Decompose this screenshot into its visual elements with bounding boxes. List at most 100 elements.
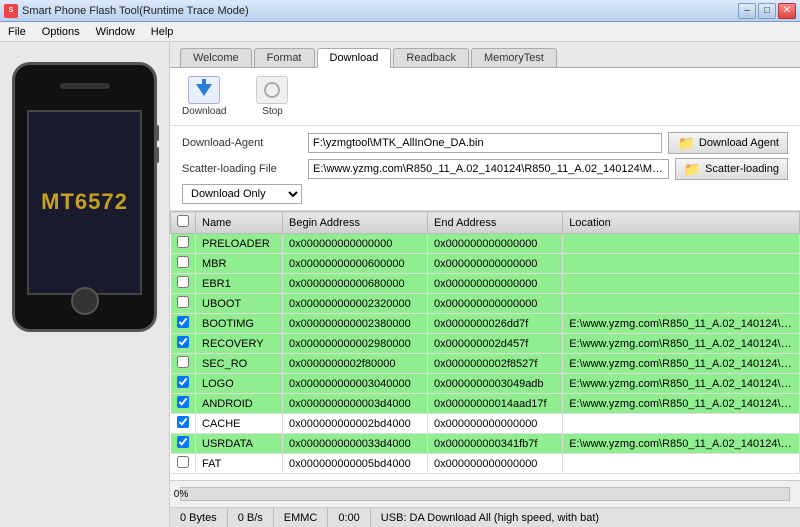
folder-icon: 📁 [677, 135, 694, 152]
scatter-browse-button[interactable]: 📁 Scatter-loading [675, 158, 788, 180]
row-location: E:\www.yzmg.com\R850_11_A.02_140124\R850… [563, 394, 800, 414]
close-button[interactable]: ✕ [778, 3, 796, 19]
row-name: ANDROID [196, 394, 283, 414]
row-checkbox[interactable] [177, 456, 189, 468]
row-location [563, 274, 800, 294]
folder-icon-2: 📁 [684, 161, 701, 178]
row-location [563, 234, 800, 254]
row-location: E:\www.yzmg.com\R850_11_A.02_140124\R850… [563, 354, 800, 374]
col-end: End Address [428, 212, 563, 234]
download-label: Download [182, 106, 226, 117]
tab-welcome[interactable]: Welcome [180, 48, 252, 67]
download-icon [188, 76, 220, 104]
row-name: RECOVERY [196, 334, 283, 354]
select-all-checkbox[interactable] [177, 215, 189, 227]
row-name: MBR [196, 254, 283, 274]
menu-file[interactable]: File [4, 24, 30, 40]
row-name: LOGO [196, 374, 283, 394]
table-row: RECOVERY0x0000000000029800000x000000002d… [171, 334, 800, 354]
table-row: UBOOT0x0000000000023200000x0000000000000… [171, 294, 800, 314]
row-name: UBOOT [196, 294, 283, 314]
phone-side-buttons [155, 125, 159, 163]
row-location [563, 414, 800, 434]
form-area: Download-Agent 📁 Download Agent Scatter-… [170, 126, 800, 211]
row-end-address: 0x000000000000000 [428, 454, 563, 474]
table-row: FAT0x000000000005bd40000x000000000000000 [171, 454, 800, 474]
row-checkbox[interactable] [177, 376, 189, 388]
row-location [563, 294, 800, 314]
partition-table: Name Begin Address End Address Location … [170, 211, 800, 474]
col-name: Name [196, 212, 283, 234]
menu-help[interactable]: Help [147, 24, 178, 40]
row-name: PRELOADER [196, 234, 283, 254]
partition-table-area: Name Begin Address End Address Location … [170, 211, 800, 480]
row-begin-address: 0x000000000002320000 [283, 294, 428, 314]
status-rate: 0 B/s [228, 508, 274, 527]
col-begin: Begin Address [283, 212, 428, 234]
row-checkbox[interactable] [177, 236, 189, 248]
row-begin-address: 0x000000000005bd4000 [283, 454, 428, 474]
menu-options[interactable]: Options [38, 24, 84, 40]
row-name: BOOTIMG [196, 314, 283, 334]
app-icon: S [4, 4, 18, 18]
titlebar: S Smart Phone Flash Tool(Runtime Trace M… [0, 0, 800, 22]
agent-browse-button[interactable]: 📁 Download Agent [668, 132, 788, 154]
row-checkbox[interactable] [177, 336, 189, 348]
row-checkbox[interactable] [177, 296, 189, 308]
phone-panel: MT6572 [0, 42, 170, 527]
row-begin-address: 0x0000000002f80000 [283, 354, 428, 374]
tab-format[interactable]: Format [254, 48, 315, 67]
phone-home-button [71, 287, 99, 315]
row-checkbox[interactable] [177, 316, 189, 328]
action-toolbar: Download Stop [170, 68, 800, 126]
phone-model: MT6572 [41, 189, 128, 215]
row-name: EBR1 [196, 274, 283, 294]
phone-screen: MT6572 [27, 110, 142, 295]
row-checkbox[interactable] [177, 436, 189, 448]
maximize-button[interactable]: □ [758, 3, 776, 19]
row-name: FAT [196, 454, 283, 474]
tab-memorytest[interactable]: MemoryTest [471, 48, 557, 67]
agent-label: Download-Agent [182, 137, 302, 149]
table-row: EBR10x000000000006800000x000000000000000 [171, 274, 800, 294]
row-name: CACHE [196, 414, 283, 434]
mode-dropdown[interactable]: Download Only Firmware Upgrade Format Al… [182, 184, 302, 204]
row-checkbox[interactable] [177, 416, 189, 428]
row-end-address: 0x0000000002f8527f [428, 354, 563, 374]
row-checkbox[interactable] [177, 396, 189, 408]
tab-download[interactable]: Download [317, 48, 392, 68]
agent-input[interactable] [308, 133, 662, 153]
scatter-input[interactable] [308, 159, 669, 179]
main-area: MT6572 Welcome Format Download Readback … [0, 42, 800, 527]
content-panel: Welcome Format Download Readback MemoryT… [170, 42, 800, 527]
row-end-address: 0x000000000000000 [428, 294, 563, 314]
table-row: LOGO0x0000000000030400000x0000000003049a… [171, 374, 800, 394]
row-location: E:\www.yzmg.com\R850_11_A.02_140124\R850… [563, 374, 800, 394]
stop-button[interactable]: Stop [256, 76, 288, 117]
download-button[interactable]: Download [182, 76, 226, 117]
row-name: USRDATA [196, 434, 283, 454]
row-end-address: 0x000000000000000 [428, 414, 563, 434]
table-row: ANDROID0x0000000000003d40000x00000000014… [171, 394, 800, 414]
minimize-button[interactable]: – [738, 3, 756, 19]
tab-readback[interactable]: Readback [393, 48, 469, 67]
row-location [563, 254, 800, 274]
row-begin-address: 0x0000000000003d4000 [283, 394, 428, 414]
partition-table-body: PRELOADER0x0000000000000000x000000000000… [171, 234, 800, 474]
row-begin-address: 0x000000000002380000 [283, 314, 428, 334]
row-checkbox[interactable] [177, 256, 189, 268]
table-row: PRELOADER0x0000000000000000x000000000000… [171, 234, 800, 254]
menu-window[interactable]: Window [92, 24, 139, 40]
status-time: 0:00 [328, 508, 370, 527]
row-checkbox[interactable] [177, 276, 189, 288]
row-end-address: 0x000000000341fb7f [428, 434, 563, 454]
row-begin-address: 0x000000000000000 [283, 234, 428, 254]
status-message: USB: DA Download All (high speed, with b… [371, 508, 800, 527]
row-begin-address: 0x00000000000680000 [283, 274, 428, 294]
row-checkbox[interactable] [177, 356, 189, 368]
row-end-address: 0x00000000014aad17f [428, 394, 563, 414]
row-end-address: 0x000000002d457f [428, 334, 563, 354]
row-location: E:\www.yzmg.com\R850_11_A.02_140124\R850… [563, 434, 800, 454]
col-location: Location [563, 212, 800, 234]
scatter-label: Scatter-loading File [182, 163, 302, 175]
